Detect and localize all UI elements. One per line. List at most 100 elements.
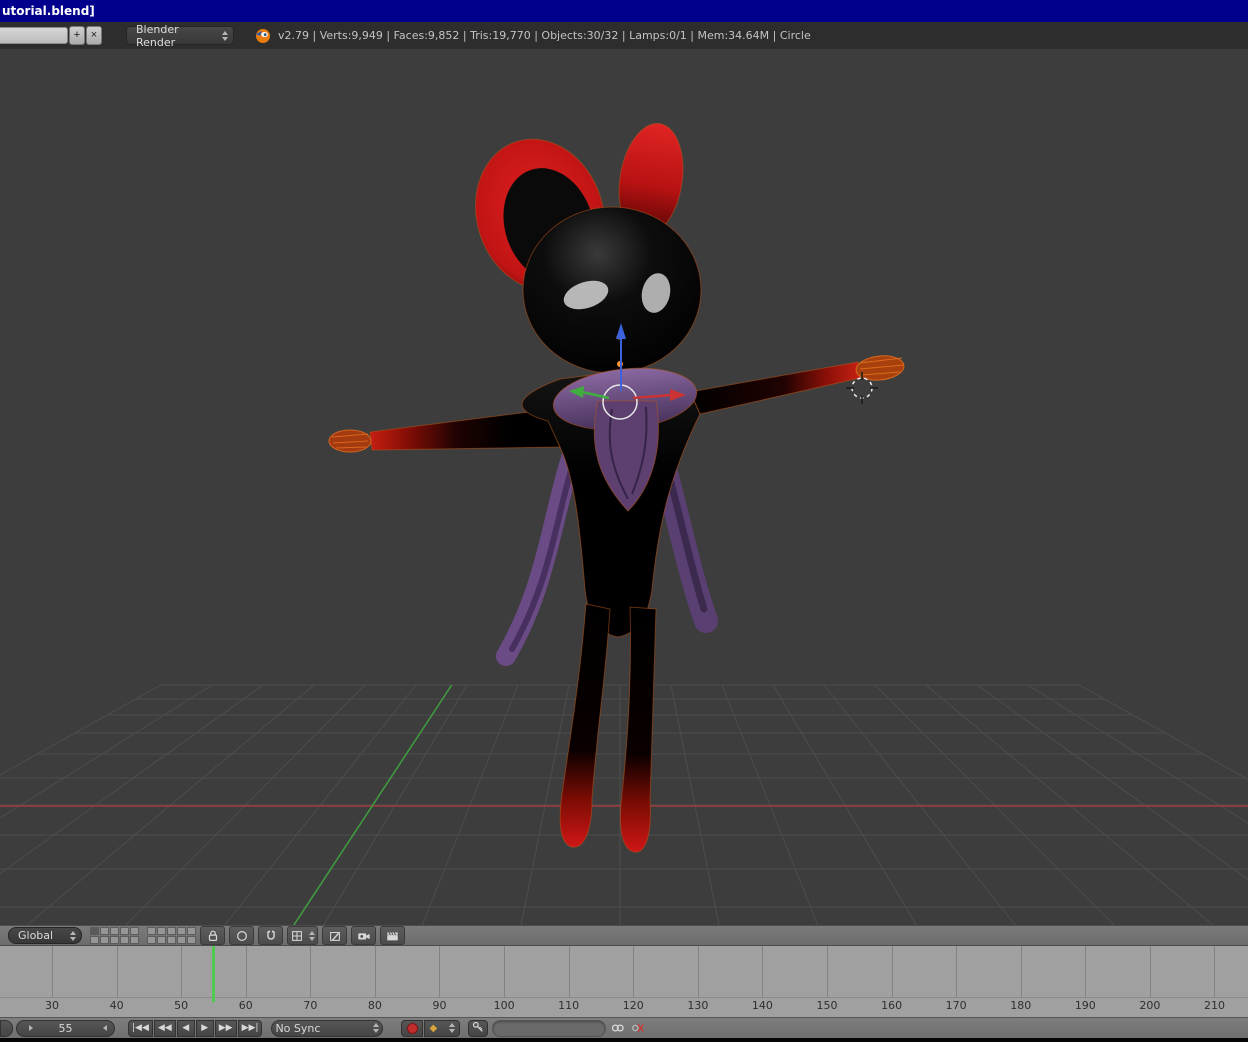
layer-toggle[interactable] xyxy=(157,936,166,944)
close-layout-button[interactable]: × xyxy=(86,26,102,45)
timeline-tick-label: 170 xyxy=(946,999,967,1012)
timeline-tick-label: 110 xyxy=(558,999,579,1012)
record-icon xyxy=(407,1023,418,1034)
timeline-tick xyxy=(762,946,763,997)
timeline-tick xyxy=(1021,946,1022,997)
timeline-tick-label: 100 xyxy=(494,999,515,1012)
transform-orientation-select[interactable]: Global xyxy=(8,927,82,944)
increment-arrow-icon[interactable] xyxy=(103,1025,107,1031)
unlink-icon[interactable] xyxy=(630,1021,646,1035)
keyframe-diamond-icon: ◆ xyxy=(429,1023,437,1034)
layer-toggle[interactable] xyxy=(90,936,99,944)
layer-toggle[interactable] xyxy=(100,936,109,944)
previous-keyframe-button[interactable]: ◀◀ xyxy=(154,1020,176,1037)
timeline-tick-label: 180 xyxy=(1010,999,1031,1012)
window-title: utorial.blend] xyxy=(0,4,95,18)
layer-toggle[interactable] xyxy=(167,936,176,944)
magnet-icon xyxy=(264,929,278,943)
auto-keying-mode-select[interactable]: ◆ xyxy=(424,1020,460,1037)
timeline-tick xyxy=(698,946,699,997)
timeline-tick xyxy=(439,946,440,997)
snap-magnet-button[interactable] xyxy=(258,926,283,945)
timeline-tick xyxy=(1214,946,1215,997)
timeline-tick-label: 210 xyxy=(1204,999,1225,1012)
timeline-tick-label: 120 xyxy=(623,999,644,1012)
timeline-tick xyxy=(569,946,570,997)
layer-toggle[interactable] xyxy=(100,927,109,935)
current-frame-indicator[interactable] xyxy=(212,946,215,1002)
layer-toggle[interactable] xyxy=(147,936,156,944)
opengl-render-animation-button[interactable] xyxy=(380,926,405,945)
ruler-divider xyxy=(0,997,1248,998)
character-left-leg xyxy=(560,604,610,847)
playback-controls: |◀◀◀◀◀▶▶▶▶▶| xyxy=(128,1020,262,1037)
timeline-tick-label: 190 xyxy=(1075,999,1096,1012)
render-engine-select[interactable]: Blender Render xyxy=(126,26,234,45)
window-titlebar[interactable]: utorial.blend] xyxy=(0,0,1248,22)
next-keyframe-button[interactable]: ▶▶ xyxy=(215,1020,237,1037)
layer-toggle[interactable] xyxy=(90,927,99,935)
timeline-tick xyxy=(246,946,247,997)
chevron-updown-icon xyxy=(70,931,76,941)
layers-group-1 xyxy=(90,927,139,944)
chevron-updown-icon xyxy=(449,1023,455,1033)
opengl-render-image-button[interactable] xyxy=(351,926,376,945)
keying-set-button[interactable] xyxy=(468,1020,488,1037)
layer-toggle[interactable] xyxy=(147,927,156,935)
scene-stats: v2.79 | Verts:9,949 | Faces:9,852 | Tris… xyxy=(278,29,811,42)
layer-toggle[interactable] xyxy=(120,927,129,935)
render-border-button[interactable] xyxy=(322,926,347,945)
timeline-tick-label: 90 xyxy=(432,999,446,1012)
snap-element-icon xyxy=(290,929,304,943)
auto-keyframe-button[interactable] xyxy=(401,1020,423,1037)
layer-toggle[interactable] xyxy=(157,927,166,935)
layers-group-2 xyxy=(147,927,196,944)
timeline-tick xyxy=(956,946,957,997)
timeline-tick-label: 200 xyxy=(1139,999,1160,1012)
scene-lock-button[interactable] xyxy=(200,926,225,945)
timeline-ruler[interactable]: 3040506070809010011012013014015016017018… xyxy=(0,946,1248,1017)
jump-to-end-button[interactable]: ▶▶| xyxy=(238,1020,263,1037)
link-icon[interactable] xyxy=(610,1021,626,1035)
screen-layout-field[interactable] xyxy=(0,27,68,44)
add-layout-button[interactable]: + xyxy=(69,26,85,45)
av-sync-select[interactable]: No Sync xyxy=(271,1020,383,1037)
timeline-tick-label: 80 xyxy=(368,999,382,1012)
timeline-tick xyxy=(310,946,311,997)
timeline-tick xyxy=(892,946,893,997)
timeline-tick xyxy=(375,946,376,997)
character-model[interactable] xyxy=(329,119,905,852)
current-frame-value: 55 xyxy=(59,1022,73,1035)
jump-to-start-button[interactable]: |◀◀ xyxy=(128,1020,153,1037)
viewport-3d[interactable] xyxy=(0,49,1248,925)
layer-toggle[interactable] xyxy=(110,936,119,944)
render-engine-value: Blender Render xyxy=(136,23,217,49)
play-reverse-button[interactable]: ◀ xyxy=(177,1020,195,1037)
layer-toggle[interactable] xyxy=(110,927,119,935)
timeline-tick-label: 30 xyxy=(45,999,59,1012)
layer-toggle[interactable] xyxy=(130,936,139,944)
layer-toggle[interactable] xyxy=(130,927,139,935)
timeline-tick-label: 50 xyxy=(174,999,188,1012)
active-keying-set-field[interactable] xyxy=(492,1020,606,1037)
layer-toggle[interactable] xyxy=(167,927,176,935)
timeline-tick xyxy=(1085,946,1086,997)
character-head xyxy=(523,207,701,373)
timeline-tick-label: 160 xyxy=(881,999,902,1012)
play-button[interactable]: ▶ xyxy=(196,1020,214,1037)
current-frame-field[interactable]: 55 xyxy=(16,1020,115,1037)
chevron-updown-icon xyxy=(373,1023,379,1033)
timeline-tick xyxy=(1150,946,1151,997)
snap-element-button[interactable] xyxy=(287,926,318,945)
layer-toggle[interactable] xyxy=(187,927,196,935)
decrement-arrow-icon[interactable] xyxy=(29,1025,33,1031)
chevron-updown-icon xyxy=(222,31,228,41)
layer-toggle[interactable] xyxy=(120,936,129,944)
partial-widget[interactable] xyxy=(0,1020,13,1037)
layer-toggle[interactable] xyxy=(177,927,186,935)
layer-toggle[interactable] xyxy=(177,936,186,944)
view3d-header: Global xyxy=(0,925,1248,946)
layer-toggle[interactable] xyxy=(187,936,196,944)
timeline-tick xyxy=(633,946,634,997)
proportional-edit-button[interactable] xyxy=(229,926,254,945)
